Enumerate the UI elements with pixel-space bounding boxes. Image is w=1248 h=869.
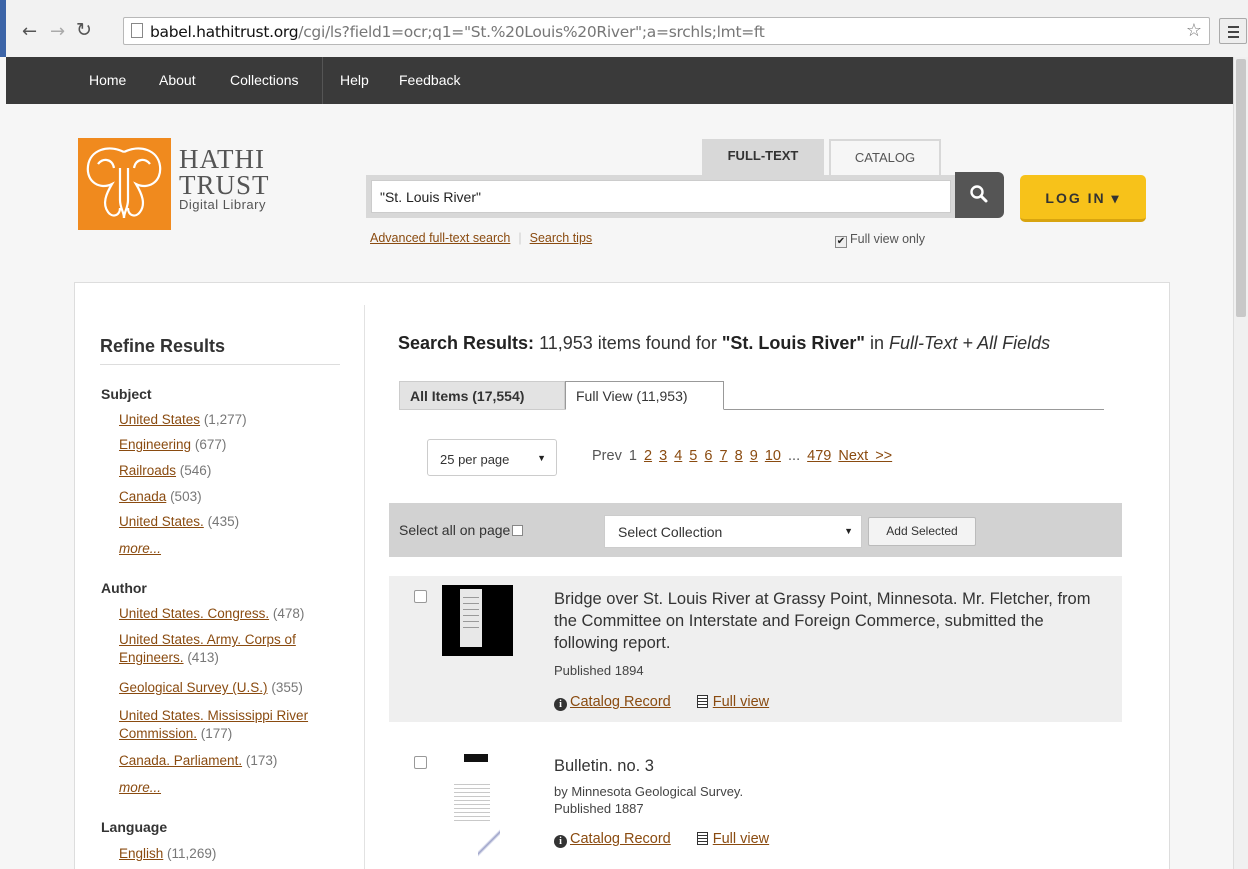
scrollbar-thumb[interactable] <box>1236 59 1246 317</box>
result-checkbox[interactable] <box>414 590 427 603</box>
add-selected-button[interactable]: Add Selected <box>868 517 976 546</box>
logo-wordmark: HATHI TRUST Digital Library <box>179 144 270 212</box>
facet-item: Canada (503) <box>119 489 202 504</box>
pager-page[interactable]: 7 <box>720 448 728 464</box>
hathitrust-logo[interactable] <box>78 138 171 230</box>
url-text: babel.hathitrust.org/cgi/ls?field1=ocr;q… <box>150 23 765 41</box>
search-box: "St. Louis River" <box>366 175 955 218</box>
pager-page[interactable]: 2 <box>644 448 652 464</box>
back-arrow-icon[interactable]: ← <box>22 21 37 42</box>
facet-item: United States. Army. Corps of Engineers.… <box>119 632 296 665</box>
result-links: i Catalog Record Full view <box>554 831 769 848</box>
facet-item: United States. (435) <box>119 514 240 529</box>
divider <box>364 305 365 869</box>
result-title: Bridge over St. Louis River at Grassy Po… <box>554 590 1091 652</box>
reload-icon[interactable]: ↻ <box>76 19 92 41</box>
bookmark-star-icon[interactable]: ☆ <box>1186 20 1202 41</box>
document-icon <box>696 832 708 845</box>
catalog-record-link[interactable]: Catalog Record <box>570 831 671 847</box>
pager-page[interactable]: 10 <box>765 448 781 464</box>
facet-author-heading: Author <box>101 580 147 596</box>
results-heading: Search Results: 11,953 items found for "… <box>398 333 1051 353</box>
subject-more-link[interactable]: more... <box>119 541 161 556</box>
result-checkbox[interactable] <box>414 756 427 769</box>
pager-current: 1 <box>628 448 637 464</box>
pager-page[interactable]: 8 <box>735 448 743 464</box>
result-published: Published 1887 <box>554 801 644 816</box>
pager-page[interactable]: 9 <box>750 448 758 464</box>
browser-menu-icon[interactable] <box>1219 18 1247 44</box>
selection-toolbar: Select all on page Select Collection ▼ Ad… <box>389 503 1122 557</box>
result-title: Bulletin. no. 3 <box>554 757 654 775</box>
author-more-link[interactable]: more... <box>119 780 161 795</box>
full-view-link[interactable]: Full view <box>713 831 769 847</box>
facet-item: Engineering (677) <box>119 437 227 452</box>
search-tips-link[interactable]: Search tips <box>530 231 593 245</box>
nav-help[interactable]: Help <box>340 72 369 88</box>
login-button[interactable]: LOG IN ▾ <box>1020 175 1146 222</box>
select-collection-dropdown[interactable]: Select Collection ▼ <box>604 515 862 548</box>
result-links: i Catalog Record Full view <box>554 694 769 711</box>
full-view-link[interactable]: Full view <box>713 694 769 710</box>
facet-item: United States. Congress. (478) <box>119 606 305 621</box>
full-view-only-checkbox[interactable]: ✔ <box>835 236 847 248</box>
pager-prev: Prev <box>592 448 622 464</box>
select-all-checkbox[interactable] <box>512 525 524 536</box>
facet-item: English (11,269) <box>119 846 217 861</box>
pager-last[interactable]: 479 <box>807 448 831 464</box>
tab-all-items[interactable]: All Items (17,554) <box>399 381 565 410</box>
select-all-label[interactable]: Select all on page <box>399 522 524 538</box>
nav-collections[interactable]: Collections <box>230 72 298 88</box>
pager-page[interactable]: 4 <box>674 448 682 464</box>
facet-item: Canada. Parliament. (173) <box>119 753 278 768</box>
nav-feedback[interactable]: Feedback <box>399 72 460 88</box>
pager-page[interactable]: 6 <box>704 448 712 464</box>
result-author: by Minnesota Geological Survey. <box>554 784 744 799</box>
catalog-record-link[interactable]: Catalog Record <box>570 694 671 710</box>
facet-subject-heading: Subject <box>101 386 152 402</box>
per-page-select[interactable]: 25 per page ▼ <box>427 439 557 476</box>
divider <box>100 364 340 365</box>
tab-full-view[interactable]: Full View (11,953) <box>565 381 724 410</box>
full-view-only-toggle[interactable]: ✔ Full view only <box>835 232 925 248</box>
top-navigation: Home About Collections Help Feedback <box>6 57 1233 104</box>
browser-toolbar: ← → ↻ babel.hathitrust.org/cgi/ls?field1… <box>0 0 1248 57</box>
nav-about[interactable]: About <box>159 72 196 88</box>
pagination: Prev 1 2 3 4 5 6 7 8 9 10 ... 479 Next >… <box>592 448 892 464</box>
dropdown-arrow-icon: ▼ <box>537 453 546 463</box>
pager-ellipsis: ... <box>788 448 801 464</box>
facet-item: Geological Survey (U.S.) (355) <box>119 680 303 695</box>
document-icon <box>696 695 708 708</box>
info-icon: i <box>554 698 567 711</box>
tab-catalog[interactable]: CATALOG <box>829 139 941 175</box>
pager-page[interactable]: 5 <box>689 448 697 464</box>
dropdown-arrow-icon: ▼ <box>844 526 853 536</box>
nav-separator <box>322 57 323 104</box>
page-scrollbar[interactable] <box>1233 57 1248 869</box>
facet-item: United States. Mississippi River Commiss… <box>119 708 309 741</box>
facet-item: Railroads (546) <box>119 463 212 478</box>
forward-arrow-icon[interactable]: → <box>50 21 65 42</box>
address-bar[interactable]: babel.hathitrust.org/cgi/ls?field1=ocr;q… <box>123 17 1210 45</box>
page-icon <box>131 23 143 38</box>
nav-home[interactable]: Home <box>89 72 126 88</box>
pager-next[interactable]: Next >> <box>838 448 892 464</box>
result-thumbnail[interactable] <box>442 585 513 656</box>
pager-page[interactable]: 3 <box>659 448 667 464</box>
facet-language-heading: Language <box>101 819 168 835</box>
advanced-search-link[interactable]: Advanced full-text search <box>370 231 510 245</box>
search-input[interactable]: "St. Louis River" <box>371 180 951 213</box>
search-icon <box>970 185 988 203</box>
search-links: Advanced full-text search | Search tips <box>370 231 593 245</box>
refine-results-title: Refine Results <box>100 336 226 356</box>
tab-full-text[interactable]: FULL-TEXT <box>702 139 824 175</box>
info-icon: i <box>554 835 567 848</box>
facet-item: United States (1,277) <box>119 412 247 427</box>
result-published: Published 1894 <box>554 663 644 678</box>
search-button[interactable] <box>955 172 1004 218</box>
result-thumbnail[interactable] <box>442 751 513 863</box>
